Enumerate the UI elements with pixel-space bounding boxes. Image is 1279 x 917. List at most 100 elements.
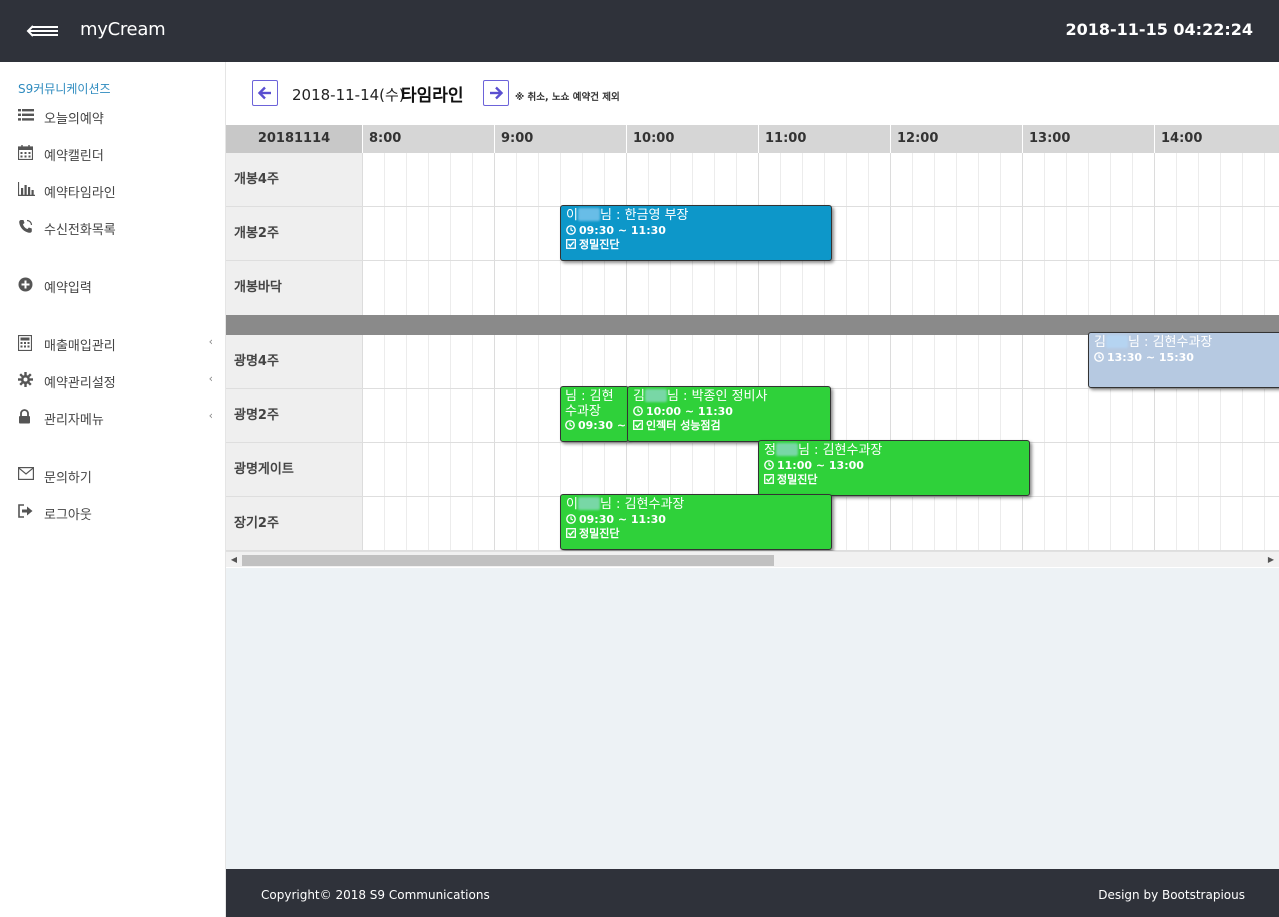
menu-toggle-icon[interactable] [24, 18, 62, 44]
grid-line [1154, 153, 1155, 315]
grid-line [978, 153, 979, 315]
calculator-icon [17, 334, 36, 352]
check-square-icon [566, 528, 576, 538]
sidebar-item-today-reservations[interactable]: 오늘의예약 [18, 106, 213, 128]
top-navbar: myCream 2018-11-15 04:22:24 [0, 0, 1279, 62]
lane-label: 개봉바닥 [226, 261, 362, 315]
lane-label: 개봉4주 [226, 153, 362, 207]
plus-circle-icon [18, 277, 36, 293]
hour-label: 10:00 [626, 125, 758, 153]
phone-icon [18, 219, 36, 235]
check-square-icon [764, 474, 774, 484]
reservation-event[interactable]: 김님 : 박종인 정비사 10:00 ~ 11:30 인젝터 성능점검 [627, 386, 831, 442]
prev-day-button[interactable] [252, 80, 278, 106]
grid-line [538, 153, 539, 315]
event-title: 정님 : 김현수과장 [764, 443, 883, 458]
company-name: S9커뮤니케이션즈 [18, 82, 111, 96]
hour-label: 14:00 [1154, 125, 1279, 153]
grid-line [472, 153, 473, 315]
hour-label: 13:00 [1022, 125, 1154, 153]
sidebar-item-admin[interactable]: 관리자메뉴 ‹ [18, 407, 213, 429]
grid-line [428, 335, 429, 551]
grid-line [1066, 335, 1067, 551]
grid-line [406, 335, 407, 551]
grid-line [362, 153, 363, 315]
sidebar-item-logout[interactable]: 로그아웃 [18, 502, 213, 524]
next-day-button[interactable] [483, 80, 509, 106]
sidebar-item-label: 예약캘린더 [44, 149, 104, 164]
sidebar-item-contact[interactable]: 문의하기 [18, 465, 213, 487]
grid-line [912, 153, 913, 315]
lane-label: 광명4주 [226, 335, 362, 389]
sidebar-item-sales[interactable]: 매출매입관리 ‹ [17, 333, 213, 355]
sidebar-item-call-log[interactable]: 수신전화목록 [18, 217, 213, 239]
reservation-event[interactable]: 님 : 김현수과장 09:30 ~ 10:00 [560, 386, 629, 442]
clock-icon [633, 406, 643, 416]
reservation-event[interactable]: 이님 : 한금영 부장 09:30 ~ 11:30 정밀진단 [560, 205, 832, 261]
scroll-left-arrow-icon[interactable]: ◀ [228, 554, 240, 566]
sidebar-item-label: 오늘의예약 [44, 112, 104, 127]
sign-out-icon [18, 504, 36, 520]
chevron-left-icon: ‹ [208, 372, 213, 385]
grid-line [1022, 153, 1023, 315]
hour-label: 12:00 [890, 125, 1022, 153]
event-time: 11:00 ~ 13:00 [764, 459, 1024, 473]
reservation-event[interactable]: 정님 : 김현수과장 11:00 ~ 13:00 정밀진단 [758, 440, 1030, 496]
clock-icon [565, 420, 575, 430]
grid-line [1110, 153, 1111, 315]
chevron-left-icon: ‹ [208, 409, 213, 422]
clock-icon [764, 460, 774, 470]
sidebar-item-new-reservation[interactable]: 예약입력 [18, 275, 213, 297]
brand-title[interactable]: myCream [80, 19, 166, 40]
grid-line [384, 153, 385, 315]
main-content: 2018-11-14(수) 타임라인 ※ 취소, 노쇼 예약건 제외 20181… [226, 62, 1279, 869]
reservation-event[interactable]: 이님 : 김현수과장 09:30 ~ 11:30 정밀진단 [560, 494, 832, 550]
event-service: 정밀진단 [566, 527, 826, 541]
grid-line [384, 335, 385, 551]
scroll-thumb[interactable] [242, 555, 774, 566]
event-title: 님 : 김현수과장 [565, 389, 614, 419]
blurred-name [577, 497, 600, 510]
grid-line [1220, 153, 1221, 315]
grid-line [472, 335, 473, 551]
blurred-name [1105, 335, 1128, 348]
sidebar-item-label: 관리자메뉴 [44, 413, 104, 428]
grid-line [1000, 153, 1001, 315]
grid-line [494, 153, 495, 315]
grid-line [1066, 153, 1067, 315]
reservation-event[interactable]: 김님 : 김현수과장 13:30 ~ 15:30 [1088, 332, 1279, 388]
event-title: 이님 : 김현수과장 [566, 497, 685, 512]
bar-chart-icon [17, 182, 36, 198]
sidebar-item-timeline[interactable]: 예약타임라인 [17, 180, 213, 202]
grid-line [1044, 335, 1045, 551]
grid-line [1264, 153, 1265, 315]
gear-icon [18, 372, 36, 388]
clock-icon [566, 225, 576, 235]
list-icon [18, 108, 36, 124]
exclusion-note: ※ 취소, 노쇼 예약건 제외 [515, 92, 620, 103]
hour-label: 9:00 [494, 125, 626, 153]
horizontal-scrollbar[interactable]: ◀ ▶ [226, 551, 1279, 567]
grid-line [934, 153, 935, 315]
sidebar-item-settings[interactable]: 예약관리설정 ‹ [18, 370, 213, 392]
date-code-cell: 20181114 [226, 125, 362, 153]
lane-label: 장기2주 [226, 497, 362, 551]
event-time: 09:30 ~ 10:00 [565, 419, 628, 433]
lock-icon [18, 409, 36, 425]
sidebar-item-calendar[interactable]: 예약캘린더 [17, 143, 213, 165]
grid-line [1176, 153, 1177, 315]
timeline-panel: 2018-11-14(수) 타임라인 ※ 취소, 노쇼 예약건 제외 20181… [226, 62, 1279, 568]
design-credit[interactable]: Design by Bootstrapious [1098, 888, 1245, 902]
grid-line [516, 153, 517, 315]
blurred-name [577, 208, 600, 221]
grid-line [1198, 153, 1199, 315]
copyright-text: Copyright© 2018 S9 Communications [261, 888, 490, 902]
arrow-right-icon [490, 86, 504, 100]
current-datetime: 2018-11-15 04:22:24 [1065, 20, 1253, 39]
grid-line [1132, 153, 1133, 315]
page-title: 타임라인 [401, 86, 464, 106]
event-title: 김님 : 박종인 정비사 [633, 389, 768, 404]
scroll-right-arrow-icon[interactable]: ▶ [1265, 554, 1277, 566]
sidebar-item-label: 매출매입관리 [44, 339, 116, 354]
timeline-grid: 20181114 8:00 9:00 10:00 11:00 12:00 13:… [226, 125, 1279, 568]
